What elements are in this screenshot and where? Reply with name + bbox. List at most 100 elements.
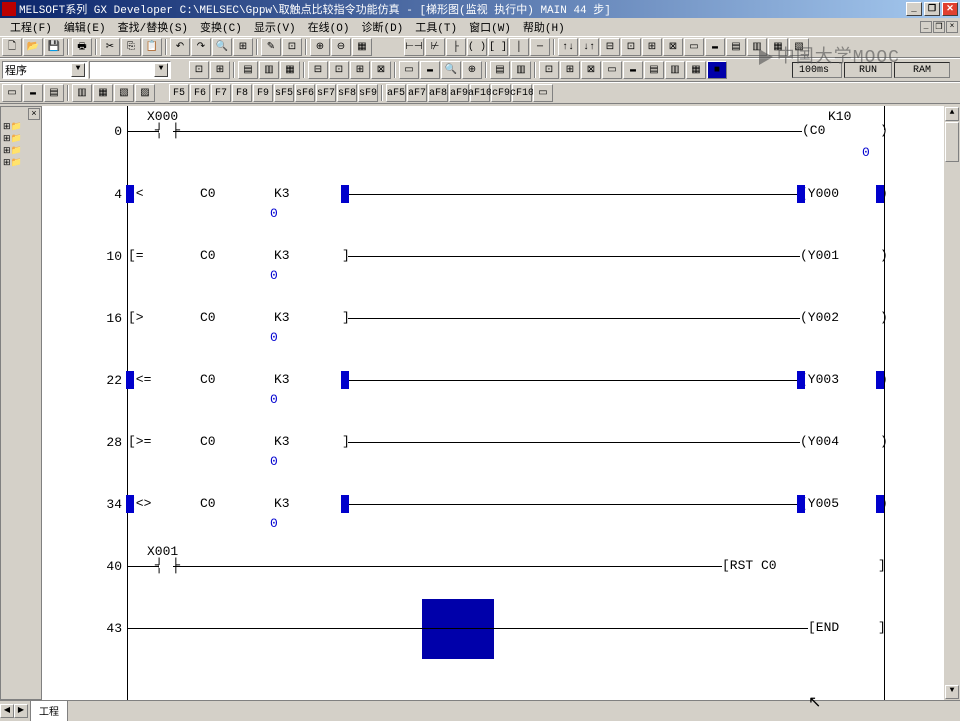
tb2-21[interactable]: ▤ [644, 61, 664, 79]
tb2-18[interactable]: ⊠ [581, 61, 601, 79]
maximize-button[interactable]: ❐ [924, 2, 940, 16]
tb3-af10[interactable]: aF10 [470, 84, 490, 102]
tb3-sf9[interactable]: sF9 [358, 84, 378, 102]
function-box[interactable]: [END [808, 620, 839, 635]
scroll-up-icon[interactable]: ▲ [945, 107, 959, 121]
project-tree[interactable]: × ⊞📁⊞📁⊞📁⊞📁 [0, 106, 42, 700]
ld-hline[interactable]: ─ [530, 38, 550, 56]
menu-window[interactable]: 窗口(W) [463, 18, 517, 36]
tb2-6[interactable]: ⊟ [308, 61, 328, 79]
output-coil[interactable]: (Y001 [800, 248, 839, 263]
tb3-f9[interactable]: F9 [253, 84, 273, 102]
ld-contact-nc[interactable]: ⊬ [425, 38, 445, 56]
menu-find[interactable]: 查找/替换(S) [112, 18, 194, 36]
tb2-2[interactable]: ⊞ [210, 61, 230, 79]
tb3-af5[interactable]: aF5 [386, 84, 406, 102]
tb2-4[interactable]: ▥ [259, 61, 279, 79]
menu-tools[interactable]: 工具(T) [409, 18, 463, 36]
ld-misc3[interactable]: ⊞ [642, 38, 662, 56]
redo-icon[interactable]: ↷ [191, 38, 211, 56]
ld-misc4[interactable]: ⊠ [663, 38, 683, 56]
tb3-af7[interactable]: aF7 [407, 84, 427, 102]
output-coil[interactable]: (Y002 [800, 310, 839, 325]
output-coil[interactable]: (Y000 [800, 186, 839, 201]
tb2-1[interactable]: ⊡ [189, 61, 209, 79]
tb2-16[interactable]: ⊡ [539, 61, 559, 79]
menu-edit[interactable]: 编辑(E) [58, 18, 112, 36]
tb3-1[interactable]: ▭ [2, 84, 22, 102]
tb-icon-3[interactable]: ⊡ [282, 38, 302, 56]
combo-device[interactable]: ▼ [89, 61, 171, 79]
new-icon[interactable]: 🗋 [2, 38, 22, 56]
tb2-23[interactable]: ▦ [686, 61, 706, 79]
tb3-4[interactable]: ▥ [72, 84, 92, 102]
tb-icon-2[interactable]: ✎ [261, 38, 281, 56]
tb3-5[interactable]: ▦ [93, 84, 113, 102]
hscroll-right-icon[interactable]: ▶ [14, 704, 28, 718]
tb3-af8[interactable]: aF8 [428, 84, 448, 102]
scroll-thumb[interactable] [945, 122, 959, 162]
print-icon[interactable]: 🖶 [72, 38, 92, 56]
tb2-19[interactable]: ▭ [602, 61, 622, 79]
tb3-sf8[interactable]: sF8 [337, 84, 357, 102]
ld-contact-no[interactable]: ⊢⊣ [404, 38, 424, 56]
ld-vline[interactable]: │ [509, 38, 529, 56]
compare-left[interactable]: [>= [128, 434, 151, 449]
combo-type[interactable]: 程序▼ [2, 61, 88, 79]
ld-misc5[interactable]: ▭ [684, 38, 704, 56]
tb2-3[interactable]: ▤ [238, 61, 258, 79]
tree-close-icon[interactable]: × [28, 108, 40, 120]
tb3-f5[interactable]: F5 [169, 84, 189, 102]
tb3-f7[interactable]: F7 [211, 84, 231, 102]
tb3-af9[interactable]: aF9 [449, 84, 469, 102]
copy-icon[interactable]: ⎘ [121, 38, 141, 56]
tb3-6[interactable]: ▧ [114, 84, 134, 102]
tb2-13[interactable]: ⊕ [462, 61, 482, 79]
menu-diagnose[interactable]: 诊断(D) [355, 18, 409, 36]
menu-online[interactable]: 在线(O) [302, 18, 356, 36]
menu-help[interactable]: 帮助(H) [517, 18, 571, 36]
find-icon[interactable]: 🔍 [212, 38, 232, 56]
paste-icon[interactable]: 📋 [142, 38, 162, 56]
close-button[interactable]: ✕ [942, 2, 958, 16]
tb2-15[interactable]: ▥ [511, 61, 531, 79]
menu-project[interactable]: 工程(F) [4, 18, 58, 36]
open-icon[interactable]: 📂 [23, 38, 43, 56]
tb2-12[interactable]: 🔍 [441, 61, 461, 79]
tb2-7[interactable]: ⊡ [329, 61, 349, 79]
tb2-5[interactable]: ▦ [280, 61, 300, 79]
tb2-20[interactable]: ▬ [623, 61, 643, 79]
ladder-canvas[interactable]: 0X000K10┤ ├(C0)040[<C0K3](Y000)100[=C0K3… [42, 106, 944, 700]
tb3-cf9[interactable]: cF9 [491, 84, 511, 102]
tb3-f8[interactable]: F8 [232, 84, 252, 102]
minimize-button[interactable]: _ [906, 2, 922, 16]
undo-icon[interactable]: ↶ [170, 38, 190, 56]
menu-convert[interactable]: 变换(C) [194, 18, 248, 36]
zoom-out-icon[interactable]: ⊖ [331, 38, 351, 56]
tb2-22[interactable]: ▥ [665, 61, 685, 79]
vertical-scrollbar[interactable]: ▲ ▼ [944, 106, 960, 700]
ld-misc2[interactable]: ⊡ [621, 38, 641, 56]
mdi-minimize[interactable]: _ [920, 21, 932, 33]
tb2-monitor[interactable]: ■ [707, 61, 727, 79]
compare-left[interactable]: [= [128, 248, 144, 263]
hscroll-left-icon[interactable]: ◀ [0, 704, 14, 718]
output-coil[interactable]: (Y005 [800, 496, 839, 511]
scroll-down-icon[interactable]: ▼ [945, 685, 959, 699]
tb3-7[interactable]: ▨ [135, 84, 155, 102]
save-icon[interactable]: 💾 [44, 38, 64, 56]
ld-branch[interactable]: ├ [446, 38, 466, 56]
tb3-f6[interactable]: F6 [190, 84, 210, 102]
ld-coil[interactable]: ( ) [467, 38, 487, 56]
edit-cursor[interactable] [422, 599, 494, 659]
tb3-cf10[interactable]: cF10 [512, 84, 532, 102]
tb2-8[interactable]: ⊞ [350, 61, 370, 79]
menu-view[interactable]: 显示(V) [248, 18, 302, 36]
tb3-last[interactable]: ▭ [533, 84, 553, 102]
cut-icon[interactable]: ✂ [100, 38, 120, 56]
tb3-3[interactable]: ▤ [44, 84, 64, 102]
tb-icon-4[interactable]: ▦ [352, 38, 372, 56]
output-coil[interactable]: (C0 [802, 123, 825, 138]
output-coil[interactable]: (Y004 [800, 434, 839, 449]
ld-misc1[interactable]: ⊟ [600, 38, 620, 56]
